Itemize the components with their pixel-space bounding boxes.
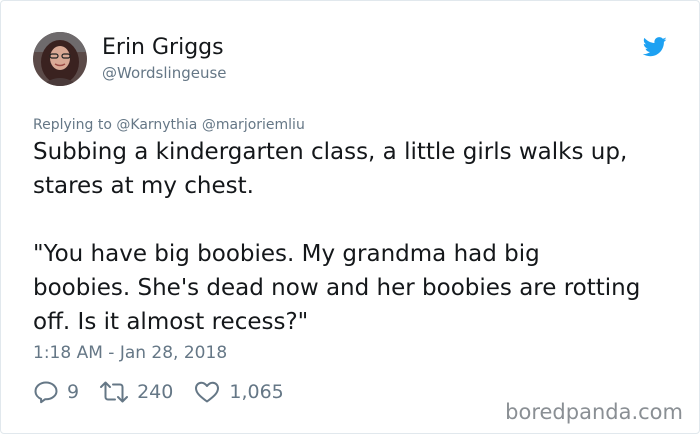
heart-icon [195,381,220,403]
twitter-bird-icon[interactable] [642,37,667,57]
reply-button[interactable]: 9 [33,380,79,404]
retweet-count: 240 [137,381,174,403]
reply-count: 9 [67,381,80,403]
tweet-text: Subbing a kindergarten class, a little g… [33,135,683,339]
retweet-button[interactable]: 240 [99,380,173,404]
like-button[interactable]: 1,065 [193,380,284,404]
retweet-icon [100,381,129,403]
action-bar: 9 240 1,065 [33,378,304,406]
author-display-name[interactable]: Erin Griggs [102,35,224,61]
watermark: boredpanda.com [505,400,683,424]
author-handle[interactable]: @Wordslingeuse [102,63,227,83]
tweet-line: boobies. She's dead now and her boobies … [33,275,641,301]
reply-context: Replying to @Karnythia @marjoriemliu [33,117,305,133]
tweet-line: "You have big boobies. My grandma had bi… [33,241,540,267]
tweet-line: Subbing a kindergarten class, a little g… [33,139,628,165]
tweet-line: off. Is it almost recess?" [33,309,309,335]
reply-icon [34,381,58,404]
tweet-card: Erin Griggs @Wordslingeuse Replying to @… [0,0,700,434]
avatar[interactable] [33,32,87,86]
tweet-line: stares at my chest. [33,173,254,199]
avatar-image [33,32,87,86]
like-count: 1,065 [229,381,284,403]
tweet-timestamp[interactable]: 1:18 AM - Jan 28, 2018 [33,341,227,365]
